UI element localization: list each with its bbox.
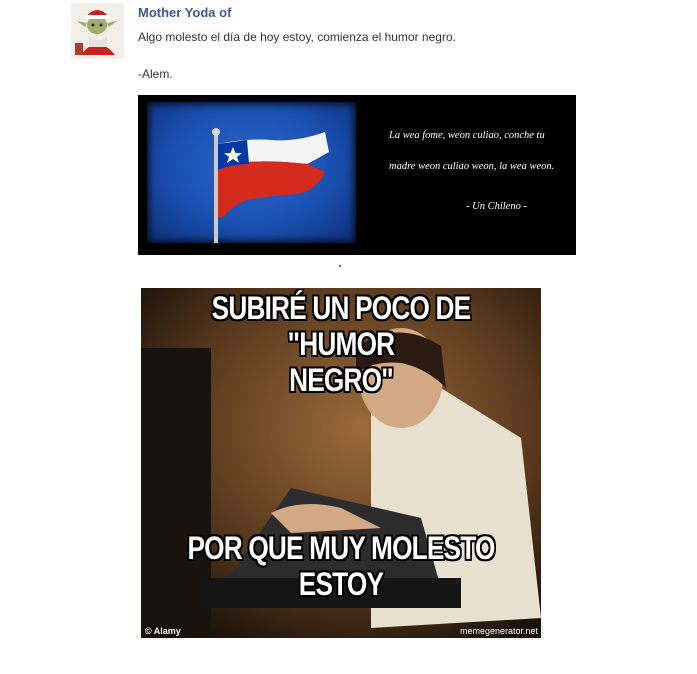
watermark-memegenerator: memegenerator.net	[459, 626, 538, 636]
post-message: Algo molesto el día de hoy estoy, comien…	[138, 30, 456, 44]
quote-line-2: madre weon culiao weon, la wea weon.	[389, 161, 555, 172]
meme-top-line-1: SUBIRÉ UN POCO DE "HUMOR	[211, 290, 472, 362]
chile-flag-icon	[212, 128, 329, 243]
chile-flag-photo	[147, 102, 356, 243]
profile-avatar[interactable]	[71, 3, 124, 59]
quote-author: - Un Chileno -	[466, 201, 527, 212]
separator-dot	[339, 265, 341, 267]
quote-text: La wea fome, weon culiao, conche tu madr…	[389, 120, 576, 182]
meme-top-line-2: NEGRO"	[289, 362, 394, 398]
quote-line-1: La wea fome, weon culiao, conche tu	[389, 130, 545, 141]
watermark-alamy: © Alamy	[145, 626, 181, 636]
flag-quote-image[interactable]: La wea fome, weon culiao, conche tu madr…	[138, 95, 576, 255]
meme-top-text: SUBIRÉ UN POCO DE "HUMOR NEGRO"	[177, 290, 505, 398]
meme-image[interactable]: SUBIRÉ UN POCO DE "HUMOR NEGRO" POR QUE …	[141, 288, 541, 638]
meme-bottom-line-1: POR QUE MUY MOLESTO	[187, 530, 495, 566]
post-author-link[interactable]: Mother Yoda of	[138, 5, 231, 21]
post-signature: -Alem.	[138, 67, 173, 81]
yoda-avatar-image	[71, 3, 124, 59]
meme-bottom-line-2: ESTOY	[298, 566, 384, 602]
meme-bottom-text: POR QUE MUY MOLESTO ESTOY	[177, 530, 505, 602]
